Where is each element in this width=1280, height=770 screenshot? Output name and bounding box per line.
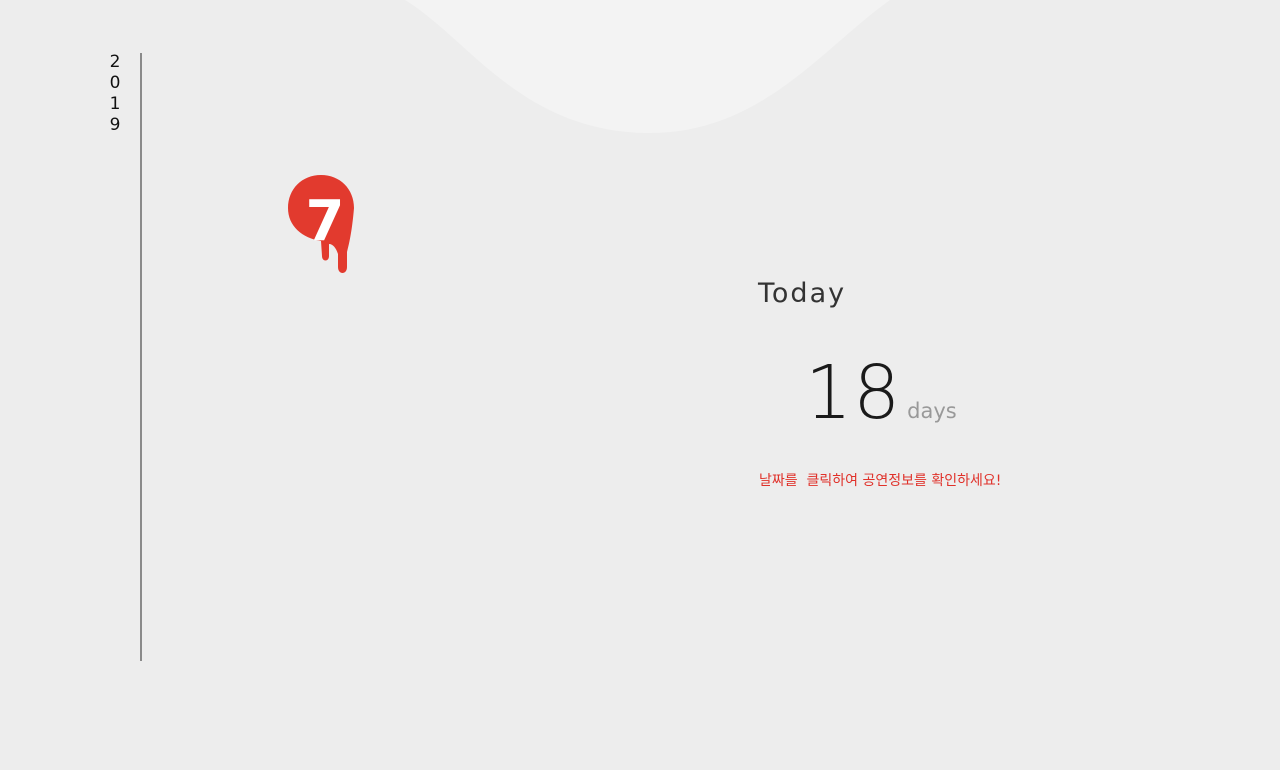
days-counter: 18 days: [805, 353, 957, 433]
top-wave-decoration: [405, 0, 890, 134]
today-label: Today: [758, 278, 847, 309]
days-unit: days: [907, 399, 957, 423]
timeline-divider: [140, 53, 142, 661]
click-date-hint: 날짜를 클릭하여 공연정보를 확인하세요!: [759, 473, 1002, 489]
month-button[interactable]: 7: [286, 174, 356, 276]
days-count: 18: [805, 350, 902, 436]
month-number: 7: [306, 189, 345, 254]
dripping-paint-drop-icon: 7: [288, 175, 354, 273]
year-digit: 1: [109, 94, 121, 114]
year-digit: 0: [109, 73, 121, 93]
year-digit: 2: [109, 52, 121, 72]
year-vertical: 2 0 1 9: [108, 52, 122, 136]
year-digit: 9: [109, 115, 121, 135]
